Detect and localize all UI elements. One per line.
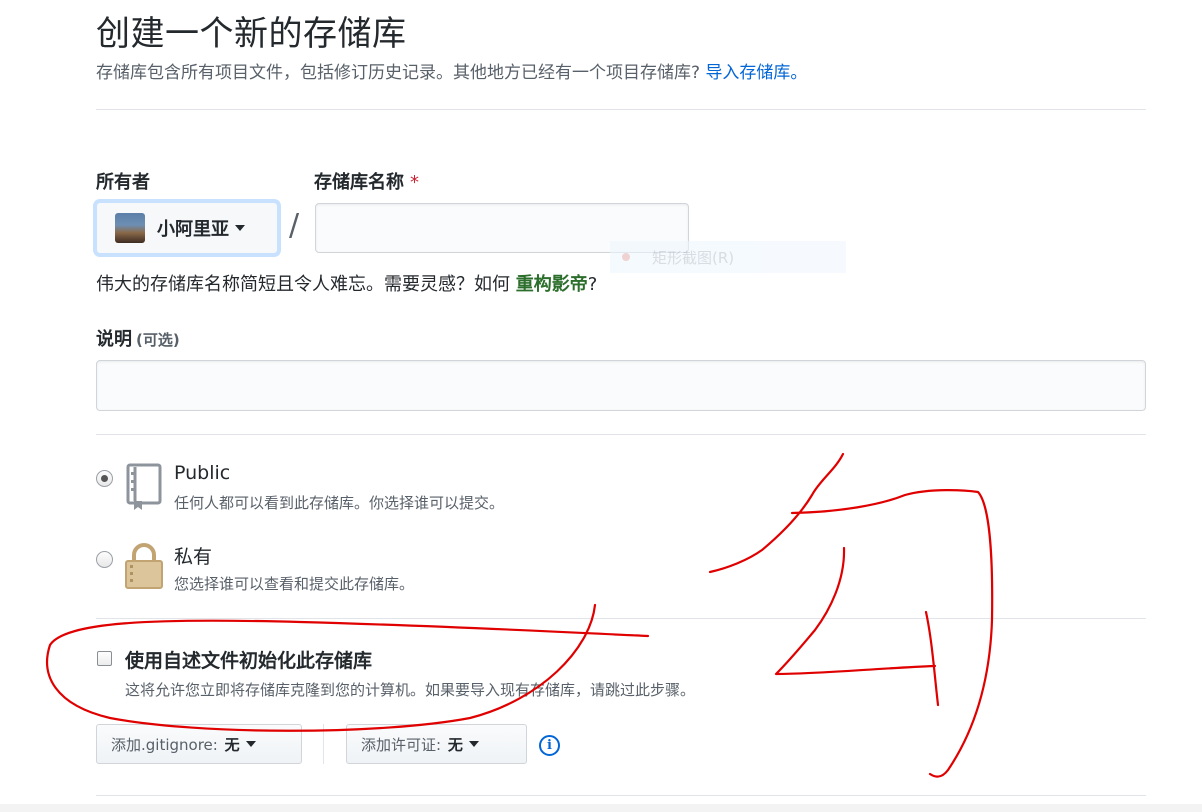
license-select[interactable]: 添加许可证: 无 (346, 724, 527, 764)
init-readme-label[interactable]: 使用自述文件初始化此存储库 (125, 646, 372, 673)
avatar (115, 213, 145, 243)
tooltip-text: 矩形截图(R) (652, 248, 735, 267)
hint-suffix: ? (587, 274, 598, 295)
repo-name-label: 存储库名称 (314, 172, 404, 193)
chevron-down-icon (245, 741, 256, 747)
init-readme-desc: 这将允许您立即将存储库克隆到您的计算机。如果要导入现有存储库，请跳过此步骤。 (125, 681, 696, 699)
license-value: 无 (447, 735, 463, 754)
description-label: 说明 (96, 329, 132, 350)
page-title: 创建一个新的存储库 (96, 14, 407, 54)
lock-icon (125, 543, 163, 589)
chevron-down-icon (468, 741, 479, 747)
owner-name: 小阿里亚 (157, 219, 229, 240)
description-label-group: 说明 (可选) (96, 325, 180, 351)
visibility-private-title: 私有 (174, 546, 213, 568)
description-divider (96, 434, 1146, 435)
gitignore-select[interactable]: 添加.gitignore: 无 (96, 724, 302, 764)
license-label: 添加许可证: (361, 735, 442, 754)
tooltip-dot (622, 253, 630, 261)
visibility-public-radio[interactable] (96, 470, 113, 487)
visibility-public-title: Public (174, 462, 231, 484)
owner-select[interactable]: 小阿里亚 (96, 202, 278, 254)
description-input[interactable] (96, 360, 1146, 411)
gitignore-label: 添加.gitignore: (111, 735, 218, 754)
annotation-stroke-3 (774, 546, 937, 676)
info-icon[interactable]: i (539, 735, 560, 756)
hint-prefix: 伟大的存储库名称简短且令人难忘。需要灵感？如何 (96, 274, 510, 295)
owner-label: 所有者 (96, 172, 150, 193)
repo-book-icon (126, 463, 162, 510)
chevron-down-icon (235, 225, 245, 231)
optional-tag: (可选) (136, 331, 180, 349)
visibility-public-desc: 任何人都可以看到此存储库。你选择谁可以提交。 (174, 494, 505, 512)
repo-name-hint: 伟大的存储库名称简短且令人难忘。需要灵感？如何 重构影帝? (96, 270, 597, 296)
import-repo-link[interactable]: 导入存储库。 (705, 63, 807, 83)
name-suggestion[interactable]: 重构影帝 (516, 274, 588, 295)
gitignore-value: 无 (224, 735, 240, 754)
footer-divider (96, 795, 1146, 796)
page-subtitle: 存储库包含所有项目文件，包括修订历史记录。其他地方已经有一个项目存储库? 导入存… (96, 58, 807, 83)
annotation-stroke-4 (924, 610, 940, 707)
annotation-stroke-1 (708, 452, 845, 574)
visibility-private-radio[interactable] (96, 551, 113, 568)
subtitle-text: 存储库包含所有项目文件，包括修订历史记录。其他地方已经有一个项目存储库? (96, 63, 701, 83)
visibility-private-desc: 您选择谁可以查看和提交此存储库。 (174, 575, 415, 593)
bottom-strip (0, 804, 1202, 812)
visibility-divider (96, 618, 1146, 619)
screenshot-tool-tooltip: 矩形截图(R) (610, 241, 846, 273)
required-mark: * (410, 172, 419, 193)
dropdown-separator (323, 724, 324, 764)
header-divider (96, 109, 1146, 110)
repo-name-label-group: 存储库名称 * (314, 168, 419, 194)
init-readme-checkbox[interactable] (97, 651, 112, 666)
owner-repo-separator: / (289, 208, 300, 243)
annotation-stroke-2 (790, 489, 994, 778)
